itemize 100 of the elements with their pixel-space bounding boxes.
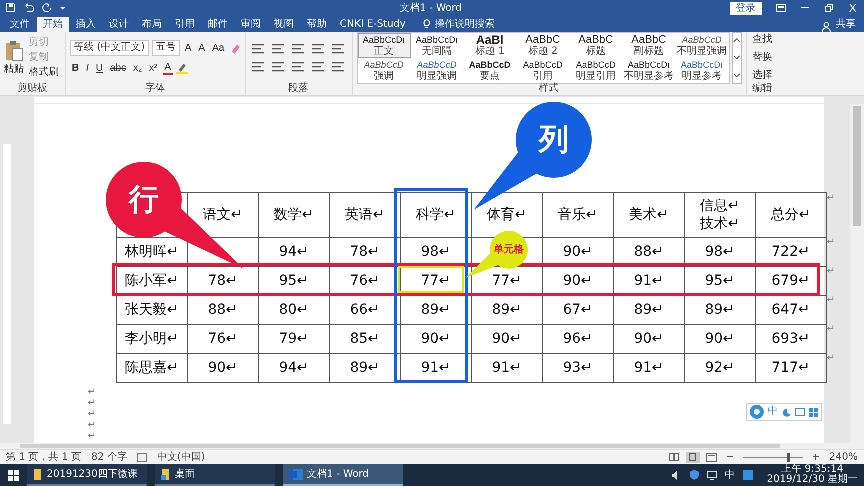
zoom-slider[interactable]: [786, 452, 790, 462]
paragraph-mark: ↵: [88, 431, 98, 442]
format-tool[interactable]: x₂: [131, 63, 144, 74]
scrollbar-thumb[interactable]: [853, 106, 861, 226]
format-tool[interactable]: U: [94, 63, 106, 74]
language[interactable]: 中文(中国): [157, 450, 206, 464]
logo-circle-icon[interactable]: [750, 405, 764, 419]
ribbon-tab[interactable]: 设计: [103, 17, 135, 32]
ribbon-tab[interactable]: 邮件: [202, 17, 234, 32]
tell-me-search[interactable]: 操作说明搜索: [434, 17, 495, 32]
format-tool[interactable]: A: [162, 62, 174, 75]
monitor-icon[interactable]: [707, 470, 718, 480]
style-option[interactable]: AaBbCcDı 无间隔: [410, 32, 464, 58]
table-cell: 89↵: [330, 354, 400, 382]
table-cell: 陈思嘉↵: [116, 354, 188, 382]
zoom-level[interactable]: 240%: [829, 452, 858, 462]
table-cell: 90↵: [614, 324, 684, 354]
keyboard-icon[interactable]: [795, 408, 805, 416]
close-icon[interactable]: [848, 4, 858, 12]
ribbon-tab[interactable]: 帮助: [301, 17, 333, 32]
ribbon-tab[interactable]: CNKI E-Study: [334, 17, 412, 32]
web-layout-icon[interactable]: [706, 452, 718, 462]
ribbon-tab[interactable]: 布局: [136, 17, 168, 32]
share-button[interactable]: 共享: [832, 17, 860, 32]
table-cell: 89↵: [472, 296, 542, 324]
gallery-scroll-icon[interactable]: [732, 32, 742, 84]
redo-icon[interactable]: [42, 3, 52, 13]
table-cell: 90↵: [400, 324, 472, 354]
font-size-tool[interactable]: Aa: [210, 42, 227, 54]
format-tool[interactable]: I: [84, 63, 92, 74]
replace-button[interactable]: 替换: [750, 50, 775, 65]
callout-label: 单元格: [494, 244, 524, 256]
table-cell: 94↵: [258, 354, 330, 382]
print-layout-icon[interactable]: [686, 452, 700, 462]
font-size-tool[interactable]: A: [196, 42, 208, 54]
paste-button[interactable]: 粘贴: [4, 40, 24, 76]
input-mode[interactable]: 中: [725, 468, 736, 482]
word-count: 82 个字: [91, 450, 128, 464]
save-icon[interactable]: [6, 3, 16, 13]
ribbon-tab[interactable]: 开始: [37, 17, 69, 32]
style-option[interactable]: AaBbCcD 明显引用: [570, 58, 623, 82]
customize-caret-icon[interactable]: [59, 4, 67, 12]
style-option[interactable]: AaBbCcD 引用: [516, 58, 570, 82]
taskbar-item[interactable]: 文档1 - Word: [283, 464, 403, 486]
style-option[interactable]: AaBbCcD 强调: [358, 58, 411, 82]
style-option[interactable]: AaBl 标题 1: [464, 32, 517, 58]
ribbon-tab[interactable]: 插入: [70, 17, 102, 32]
input-mode[interactable]: 中: [768, 406, 778, 418]
style-option[interactable]: AaBbCcD 不明显强调: [676, 32, 729, 58]
moon-icon[interactable]: [782, 408, 791, 416]
read-mode-icon[interactable]: [669, 452, 680, 462]
style-option[interactable]: AaBbCcD 要点: [464, 58, 517, 82]
font-size-tool[interactable]: A: [182, 42, 194, 54]
clock-time[interactable]: 上午 9:35:14: [782, 465, 844, 475]
end-of-row-mark: ↵: [827, 323, 836, 337]
format-tool[interactable]: abc: [108, 63, 128, 74]
clock-date[interactable]: 2019/12/30 星期一: [767, 475, 858, 485]
font-size-dropdown[interactable]: 五号: [152, 40, 180, 56]
table-cell: 76↵: [188, 324, 258, 354]
zoom-in-icon[interactable]: [813, 454, 820, 460]
scrollbar-thumb[interactable]: [20, 444, 780, 448]
proofing-icon[interactable]: [137, 452, 148, 462]
ribbon-tab[interactable]: 文件: [4, 17, 36, 32]
taskbar-item[interactable]: 20191230四下微课: [27, 464, 147, 486]
windows-start-icon[interactable]: [8, 470, 19, 480]
app-tray-icon[interactable]: [743, 470, 754, 480]
ribbon-tab[interactable]: 视图: [268, 17, 300, 32]
find-button[interactable]: 查找: [750, 32, 775, 47]
ribbon-display-icon[interactable]: [776, 4, 786, 12]
grid-icon[interactable]: [809, 408, 818, 416]
format-painter-button[interactable]: 格式刷: [27, 65, 61, 80]
table-cell: 80↵: [258, 296, 330, 324]
taskbar-item[interactable]: 桌面: [155, 464, 275, 486]
zoom-out-icon[interactable]: [727, 454, 734, 460]
column-header: 数学↵: [258, 192, 330, 238]
style-option[interactable]: AaBbC 标题: [570, 32, 623, 58]
table-cell: 78↵: [330, 238, 400, 266]
highlighter-icon[interactable]: [176, 63, 188, 74]
table-cell: 722↵: [756, 238, 826, 266]
ribbon-tab[interactable]: 引用: [169, 17, 201, 32]
format-tool[interactable]: x²: [147, 63, 160, 74]
style-option[interactable]: AaBbCcDı 不明显参考: [622, 58, 676, 82]
style-option[interactable]: AaBbCcDı 明显参考: [676, 58, 729, 82]
group-label: 剪贴板: [16, 83, 48, 95]
style-option[interactable]: AaBbC 标题 2: [516, 32, 570, 58]
table-cell: 90↵: [472, 324, 542, 354]
callout-label: 行: [129, 182, 159, 218]
style-option[interactable]: AaBbCcDı 正文: [358, 32, 411, 58]
format-tool[interactable]: B: [70, 63, 82, 74]
callout-label: 列: [539, 122, 569, 158]
style-option[interactable]: AaBbC 副标题: [622, 32, 676, 58]
font-name-dropdown[interactable]: 等线 (中文正文): [70, 40, 149, 56]
login-button[interactable]: 登录: [730, 2, 762, 14]
shield-icon[interactable]: [690, 470, 700, 480]
select-button[interactable]: 选择: [750, 68, 775, 83]
undo-icon[interactable]: [23, 3, 35, 13]
restore-icon[interactable]: [824, 4, 834, 12]
ribbon-tab[interactable]: 审阅: [235, 17, 267, 32]
style-option[interactable]: AaBbCcD 明显强调: [410, 58, 464, 82]
table-cell: 94↵: [258, 238, 330, 266]
